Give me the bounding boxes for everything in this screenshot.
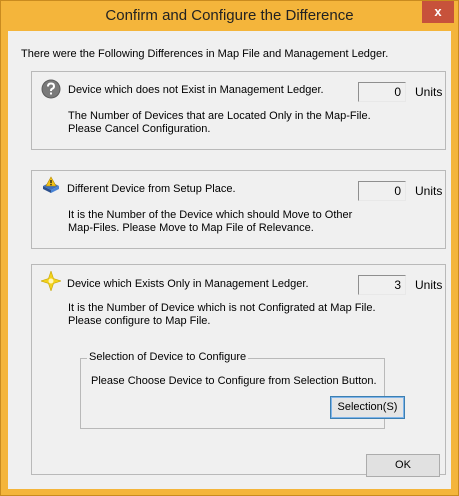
move-warning-icon — [43, 176, 59, 193]
section-description: It is the Number of Device which is not … — [68, 302, 376, 327]
intro-text: There were the Following Differences in … — [21, 48, 389, 60]
group-not-in-ledger: Device which does not Exist in Managemen… — [31, 71, 446, 150]
selection-button[interactable]: Selection(S) — [330, 396, 405, 419]
sparkle-icon — [41, 271, 61, 291]
section-label: Different Device from Setup Place. — [67, 183, 236, 195]
selection-groupbox: Selection of Device to Configure Please … — [80, 351, 405, 429]
section-description: The Number of Devices that are Located O… — [68, 110, 371, 135]
section-label: Device which Exists Only in Management L… — [67, 278, 309, 290]
question-icon — [41, 79, 61, 99]
group-different-place: Different Device from Setup Place. 0 Uni… — [31, 170, 446, 249]
dialog-client-area: There were the Following Differences in … — [8, 31, 451, 489]
count-field: 0 — [358, 82, 406, 102]
units-label: Units — [415, 278, 443, 292]
group-only-in-ledger: Device which Exists Only in Management L… — [31, 264, 446, 475]
close-button[interactable]: x — [422, 1, 454, 23]
units-label: Units — [415, 184, 443, 198]
ok-button[interactable]: OK — [366, 454, 440, 477]
selection-description: Please Choose Device to Configure from S… — [91, 375, 377, 387]
close-icon: x — [434, 4, 442, 19]
units-label: Units — [415, 85, 443, 99]
count-field: 3 — [358, 275, 406, 295]
window-title: Confirm and Configure the Difference — [105, 7, 354, 24]
section-label: Device which does not Exist in Managemen… — [68, 84, 324, 96]
count-field: 0 — [358, 181, 406, 201]
section-description: It is the Number of the Device which sho… — [68, 209, 353, 234]
title-bar[interactable]: Confirm and Configure the Difference x — [1, 1, 458, 31]
dialog-window: Confirm and Configure the Difference x T… — [0, 0, 459, 496]
selection-group-title: Selection of Device to Configure — [87, 351, 249, 363]
